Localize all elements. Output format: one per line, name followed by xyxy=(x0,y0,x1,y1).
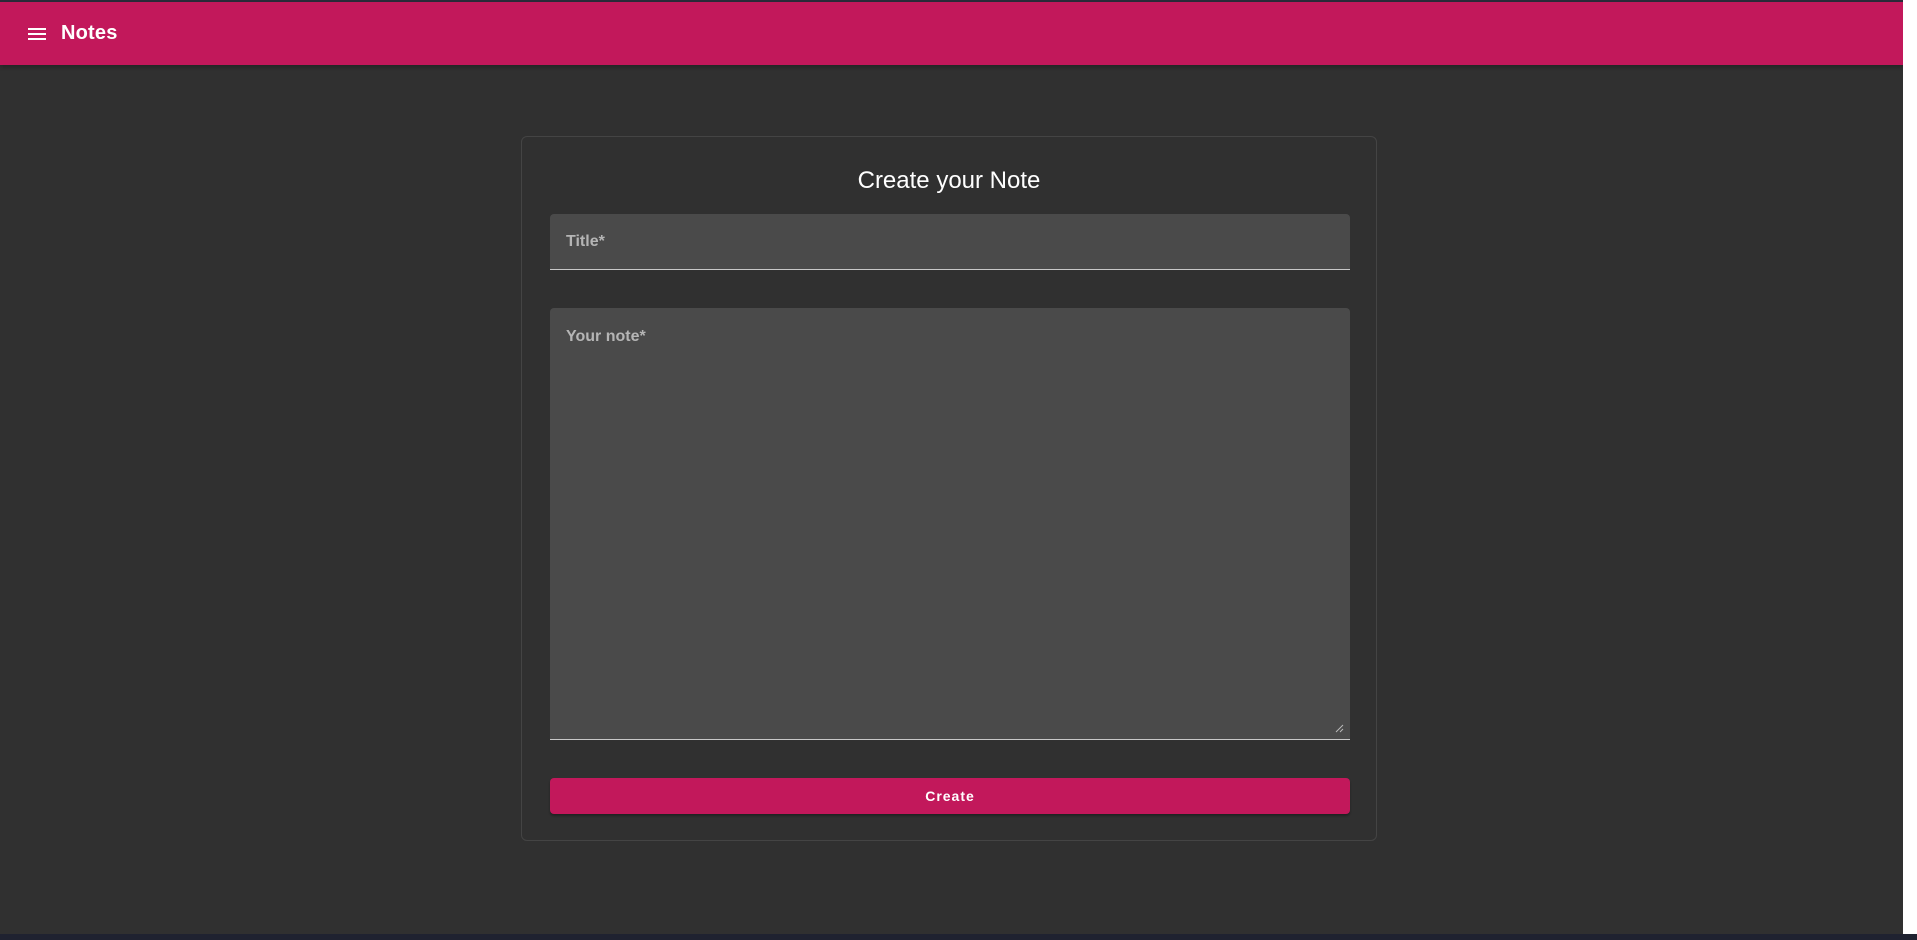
menu-icon xyxy=(28,27,46,40)
title-input[interactable] xyxy=(550,214,1350,269)
note-field xyxy=(550,308,1350,740)
note-textarea[interactable] xyxy=(550,308,1350,739)
menu-button[interactable] xyxy=(25,22,49,46)
window-bottom-edge xyxy=(0,934,1917,940)
app-title: Notes xyxy=(61,22,118,44)
form-heading: Create your Note xyxy=(857,167,1041,194)
resize-handle-icon[interactable] xyxy=(1334,723,1344,733)
app-toolbar: Notes xyxy=(0,2,1903,65)
title-field xyxy=(550,214,1350,270)
create-note-card: Create your Note Create xyxy=(521,136,1377,841)
create-button[interactable]: Create xyxy=(550,778,1350,814)
window-right-edge xyxy=(1903,0,1917,940)
